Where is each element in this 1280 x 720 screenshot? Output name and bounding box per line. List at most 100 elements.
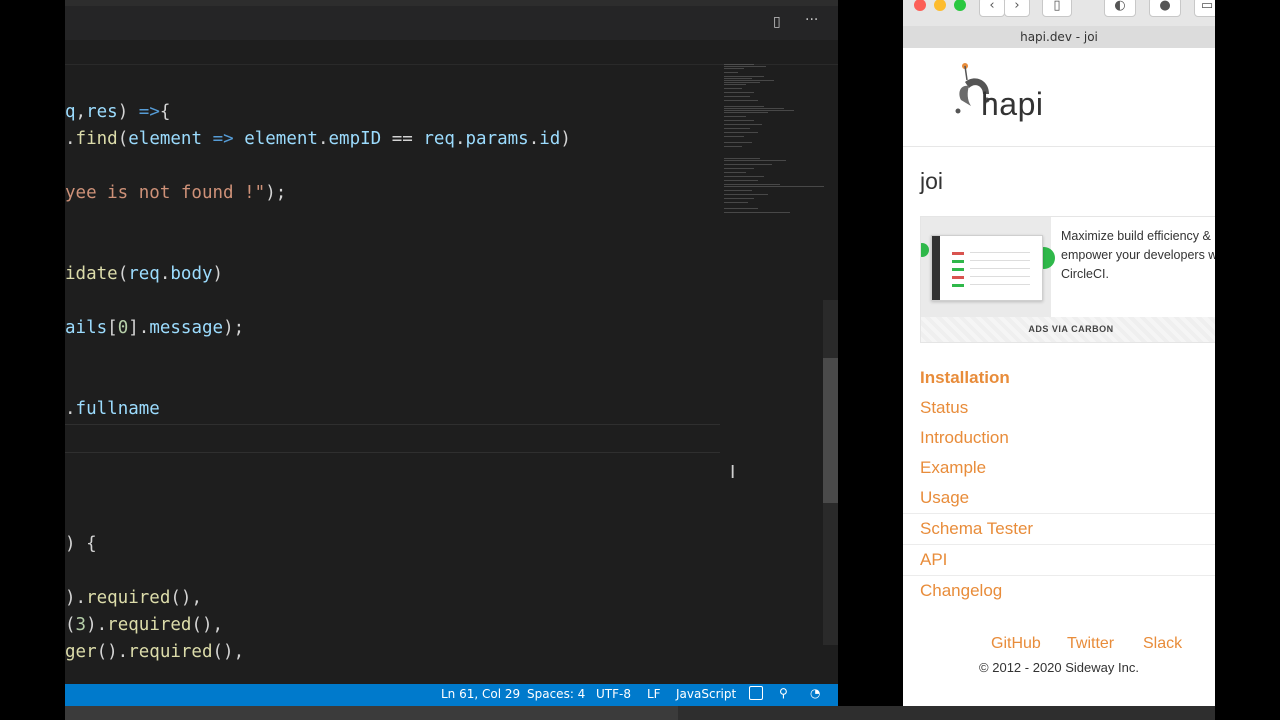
minimap-line [724,110,794,111]
ad-image[interactable] [921,217,1055,317]
minimize-window-icon[interactable] [934,0,946,11]
code-line[interactable]: ).required(), [65,585,202,612]
code-token: . [317,129,329,149]
browser-window: ‹ › ▯ ◐ ● ▭ hapi.dev - joi hapi joi Maxi… [903,0,1215,720]
code-token: element [128,129,203,149]
code-line[interactable]: yee is not found !"); [65,180,286,207]
ad-attribution[interactable]: ADS VIA CARBON [921,317,1215,342]
copyright-text: © 2012 - 2020 Sideway Inc. [979,660,1139,675]
text-cursor-icon: I [730,462,736,483]
footer-link-twitter[interactable]: Twitter [1067,635,1114,653]
code-token: ). [65,588,87,608]
minimap-line [724,180,758,181]
minimap-line [724,120,754,121]
web-page: hapi joi Maximize build efficiency & emp… [903,48,1215,708]
extension-icon[interactable]: ◐ [1104,0,1136,17]
nav-item-example[interactable]: Example [920,458,986,478]
zoom-window-icon[interactable] [954,0,966,11]
grammarly-icon[interactable]: ● [1149,0,1181,17]
code-token: ) [560,129,571,149]
code-token: ); [265,183,287,203]
minimap-line [724,88,742,89]
live-share-icon[interactable]: ⚲ [779,686,788,700]
eol-setting[interactable]: LF [647,687,661,701]
nav-item-status[interactable]: Status [920,398,968,418]
code-token: (). [96,642,129,662]
carbon-ad[interactable]: Maximize build efficiency & empower your… [920,216,1215,343]
minimap-line [724,64,754,65]
minimap-line [724,92,754,93]
code-token: ) [212,264,224,284]
minimap-line [724,212,790,213]
code-token: body [170,264,213,284]
code-token: yee is not found !" [65,183,266,203]
code-line[interactable]: ) { [65,531,97,558]
code-line[interactable]: .find(element => element.empID == req.pa… [65,126,571,153]
notifications-bell-icon[interactable]: ◔ [810,686,820,700]
minimap-line [724,112,768,113]
minimap-line [724,176,764,177]
share-icon[interactable]: ▭ [1194,0,1215,17]
minimap-line [724,76,764,77]
back-button[interactable]: ‹ [979,0,1005,17]
minimap-line [724,186,824,187]
scrollbar-thumb[interactable] [823,358,838,503]
minimap-line [724,142,752,143]
code-token: req [423,129,455,149]
minimap-line [724,108,784,109]
minimap-line [724,116,746,117]
hapi-logo-text[interactable]: hapi [981,86,1044,123]
more-actions-icon[interactable]: ··· [805,12,818,28]
nav-item-installation[interactable]: Installation [920,368,1010,388]
code-token: ); [223,318,245,338]
footer-link-slack[interactable]: Slack [1143,635,1182,653]
code-token: ger [65,642,97,662]
minimap-line [724,96,750,97]
sidebar-toggle-icon[interactable]: ▯ [1042,0,1072,17]
code-line[interactable]: idate(req.body) [65,261,223,288]
code-token: required [128,642,213,662]
code-token: == [381,129,424,149]
minimap-line [724,132,758,133]
code-token: . [159,264,171,284]
indentation-setting[interactable]: Spaces: 4 [527,687,585,701]
nav-divider [903,513,1215,514]
feedback-icon[interactable] [749,686,763,700]
ad-text[interactable]: Maximize build efficiency & empower your… [1061,227,1215,284]
code-line[interactable]: q,res) =>{ [65,99,170,126]
nav-item-changelog[interactable]: Changelog [920,581,1002,601]
minimap-line [724,68,744,69]
editor-tab-bar: ▯ ··· [65,0,838,40]
code-token: res [86,102,118,122]
code-token: 0 [117,318,129,338]
minimap-line [724,100,758,101]
code-token: (), [212,642,245,662]
site-header: hapi [903,48,1215,147]
nav-item-usage[interactable]: Usage [920,488,969,508]
cursor-position[interactable]: Ln 61, Col 29 [441,687,520,701]
code-line[interactable]: ails[0].message); [65,315,244,342]
code-editor[interactable]: ▯ ··· q,res) =>{.find(element => element… [65,0,838,720]
minimap-line [724,82,760,83]
split-editor-icon[interactable]: ▯ [773,14,781,30]
encoding-setting[interactable]: UTF-8 [596,687,631,701]
close-window-icon[interactable] [914,0,926,11]
code-line[interactable]: (3).required(), [65,612,223,639]
footer-link-github[interactable]: GitHub [991,635,1041,653]
minimap[interactable] [720,60,825,230]
code-line[interactable]: .fullname [65,396,160,423]
minimap-line [724,84,746,85]
minimap-line [724,106,764,107]
nav-item-introduction[interactable]: Introduction [920,428,1009,448]
code-token: ]. [128,318,150,338]
language-mode[interactable]: JavaScript [676,687,736,701]
code-line[interactable]: ger().required(), [65,639,244,666]
code-token: . [528,129,540,149]
minimap-line [724,190,752,191]
nav-item-api[interactable]: API [920,550,947,570]
nav-item-schema-tester[interactable]: Schema Tester [920,519,1033,539]
minimap-line [724,208,758,209]
forward-button[interactable]: › [1004,0,1030,17]
code-token: ails [65,318,108,338]
